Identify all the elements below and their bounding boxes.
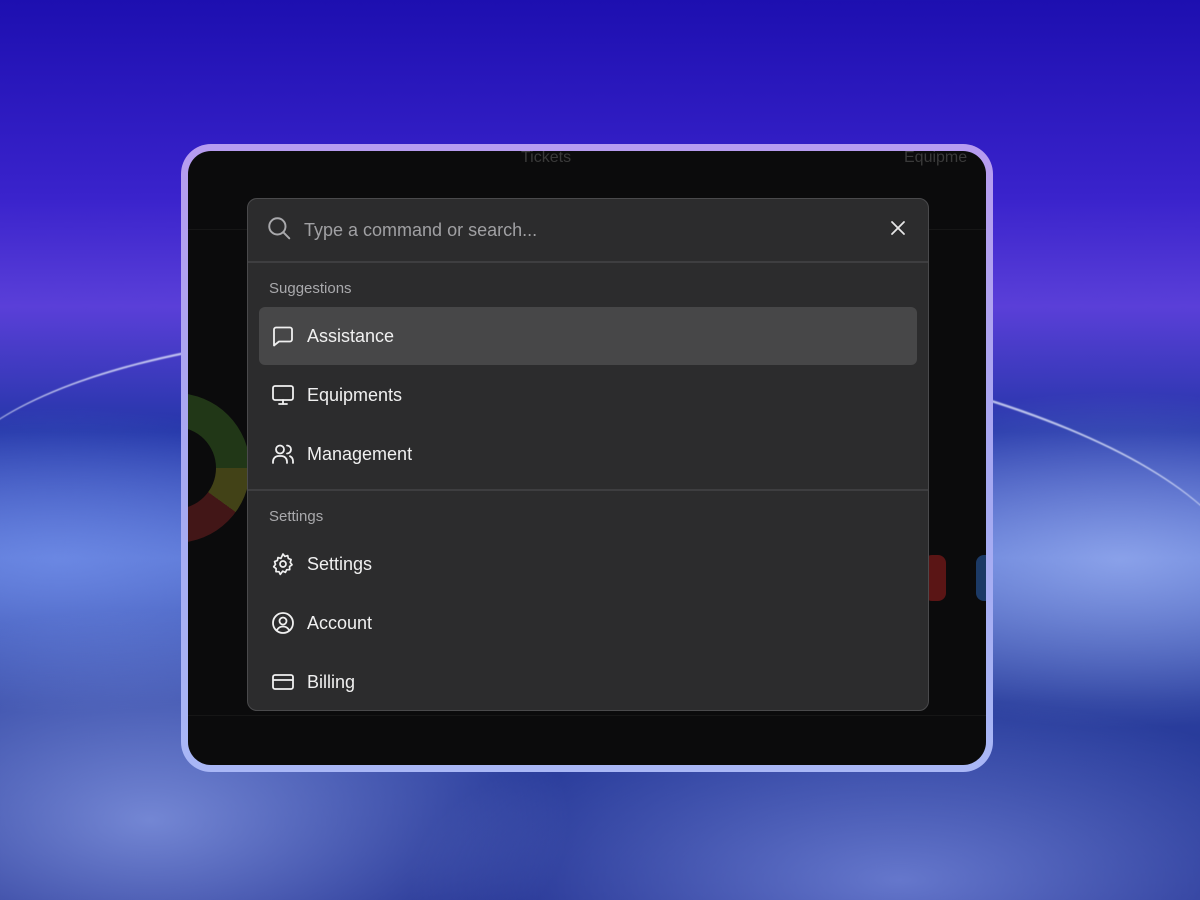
- background-header-label: Tickets: [521, 151, 572, 166]
- menu-item-label: Management: [307, 443, 413, 464]
- menu-item-label: Settings: [307, 553, 373, 574]
- search-icon: [266, 215, 292, 246]
- menu-item-management[interactable]: Management: [259, 425, 917, 483]
- background-status-pill: [976, 555, 986, 601]
- command-palette: Suggestions Assistance Equipments Manage…: [247, 198, 929, 711]
- monitor-icon: [271, 383, 295, 407]
- menu-item-settings[interactable]: Settings: [259, 535, 917, 593]
- section-label-settings: Settings: [269, 508, 324, 525]
- credit-card-icon: [271, 670, 295, 694]
- menu-item-assistance[interactable]: Assistance: [259, 307, 917, 365]
- users-icon: [271, 442, 295, 466]
- menu-item-label: Billing: [307, 671, 356, 692]
- background-donut-chart: [188, 393, 250, 543]
- message-square-icon: [271, 324, 295, 348]
- search-input[interactable]: [302, 218, 886, 242]
- menu-item-label: Assistance: [307, 325, 395, 346]
- menu-item-label: Equipments: [307, 384, 403, 405]
- device-frame: Tickets Equipme Suggestions: [181, 144, 993, 772]
- menu-item-account[interactable]: Account: [259, 594, 917, 652]
- user-circle-icon: [271, 611, 295, 635]
- section-label-suggestions: Suggestions: [269, 280, 352, 297]
- background-divider: [188, 715, 986, 716]
- menu-item-billing[interactable]: Billing: [259, 653, 917, 710]
- app-screen: Tickets Equipme Suggestions: [188, 151, 986, 765]
- close-button[interactable]: [886, 218, 910, 242]
- background-header-label: Equipme: [904, 151, 968, 166]
- menu-item-label: Account: [307, 612, 373, 633]
- close-icon: [890, 220, 906, 241]
- search-bar: [248, 199, 928, 263]
- menu-item-equipments[interactable]: Equipments: [259, 366, 917, 424]
- gear-icon: [271, 552, 295, 576]
